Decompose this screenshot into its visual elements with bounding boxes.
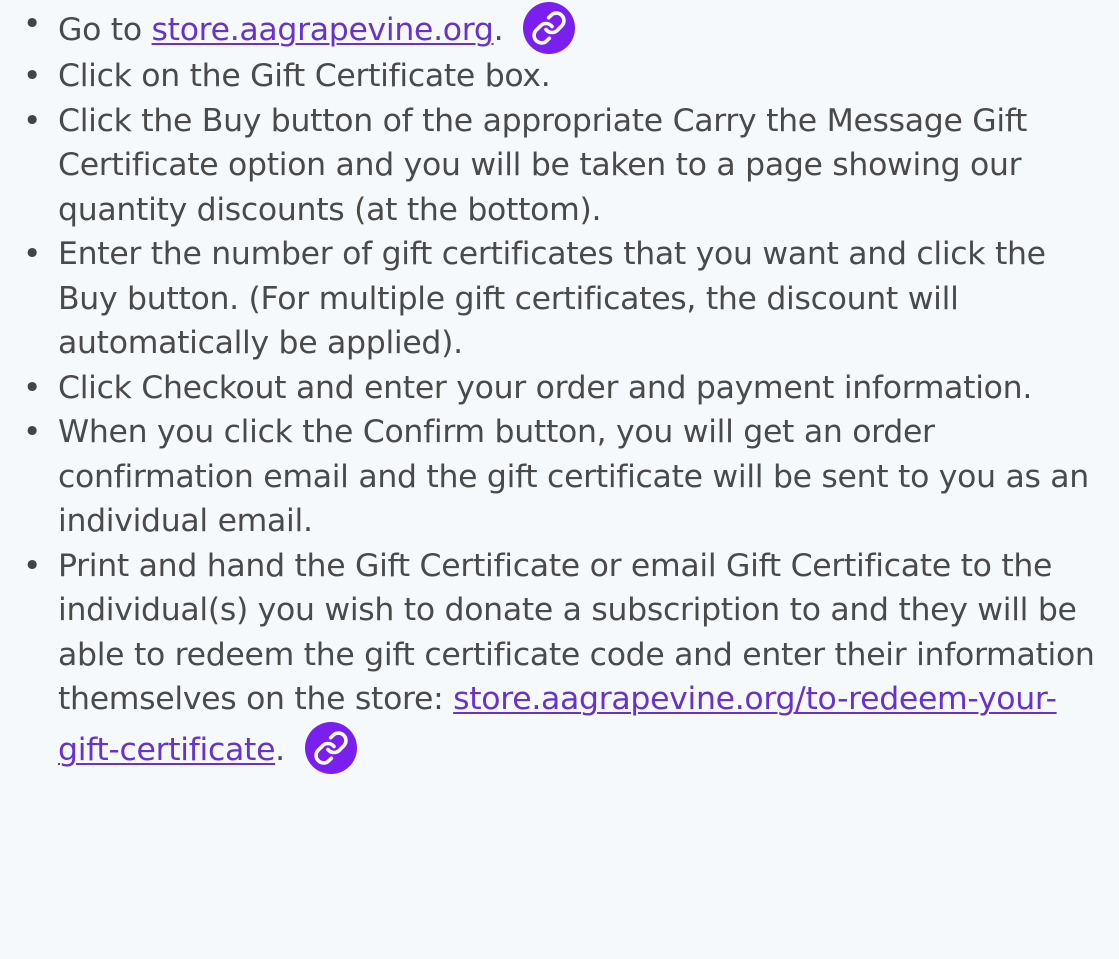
steps-list: • Go to store.aagrapevine.org. • Click on … bbox=[12, 2, 1111, 774]
bullet: • bbox=[22, 102, 42, 139]
step-5-text: Click Checkout and enter your order and … bbox=[58, 369, 1033, 406]
store-link[interactable]: store.aagrapevine.org bbox=[152, 12, 494, 48]
step-3-text: Click the Buy button of the appropriate … bbox=[58, 102, 1028, 228]
bullet: • bbox=[22, 414, 42, 450]
step-7-text-after: . bbox=[275, 731, 285, 768]
bullet: • bbox=[22, 58, 42, 94]
bullet: • bbox=[22, 6, 42, 42]
instructions-panel: • Go to store.aagrapevine.org. • Click on … bbox=[0, 0, 1119, 959]
step-item-6: • When you click the Confirm button, you … bbox=[12, 410, 1111, 544]
step-item-3: • Click the Buy button of the appropriate… bbox=[12, 99, 1111, 233]
step-item-7: • Print and hand the Gift Certificate or … bbox=[12, 544, 1111, 774]
step-item-2: • Click on the Gift Certificate box. bbox=[12, 54, 1111, 99]
step-2-text: Click on the Gift Certificate box. bbox=[58, 58, 551, 94]
chain-link-icon[interactable] bbox=[304, 721, 357, 774]
bullet: • bbox=[22, 547, 42, 584]
chain-link-icon[interactable] bbox=[523, 2, 576, 54]
step-4-text: Enter the number of gift certificates th… bbox=[58, 236, 1046, 361]
step-item-1: • Go to store.aagrapevine.org. bbox=[12, 2, 1111, 54]
step-1-text-before: Go to bbox=[58, 12, 152, 48]
step-item-5: • Click Checkout and enter your order and… bbox=[12, 366, 1111, 411]
step-6-text: When you click the Confirm button, you w… bbox=[58, 414, 1089, 539]
bullet: • bbox=[22, 236, 42, 272]
step-item-4: • Enter the number of gift certificates t… bbox=[12, 232, 1111, 366]
step-1-text-after: . bbox=[493, 12, 504, 48]
bullet: • bbox=[22, 369, 42, 406]
